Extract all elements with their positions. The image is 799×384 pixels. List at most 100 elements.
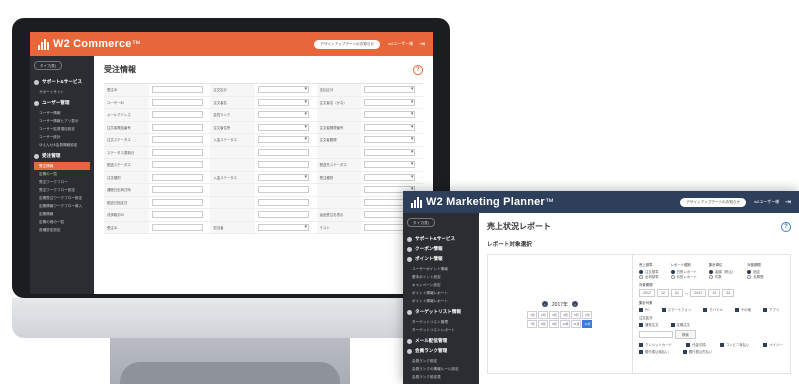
month-button[interactable]: 3月 bbox=[549, 310, 560, 319]
month-button[interactable]: 12月 bbox=[582, 319, 593, 328]
radio-icon[interactable] bbox=[670, 269, 675, 274]
month-button[interactable]: 8月 bbox=[538, 319, 549, 328]
radio-icon[interactable] bbox=[708, 274, 713, 279]
sidebar-item[interactable]: ゆえんせ&会員情報設定 bbox=[34, 141, 90, 149]
sidebar-item[interactable]: 定期の一覧 bbox=[34, 170, 90, 178]
checkbox-option[interactable]: コンビニ後払い bbox=[719, 342, 749, 347]
sidebar-section[interactable]: ユーザー管理 bbox=[34, 100, 90, 106]
sidebar-type-tag[interactable]: タイプ(表) bbox=[34, 61, 62, 70]
sidebar-item[interactable]: 定期受注ワークフロー設定 bbox=[34, 194, 90, 202]
checkbox-option[interactable]: 銀行振込先払い bbox=[682, 349, 712, 354]
field-input[interactable] bbox=[257, 161, 310, 169]
field-input[interactable] bbox=[151, 186, 203, 194]
month-button[interactable]: 2月 bbox=[538, 310, 549, 319]
sidebar-item[interactable]: ユーザー情報 bbox=[34, 109, 90, 117]
checkbox-icon[interactable] bbox=[638, 342, 643, 347]
sidebar-item[interactable]: ターゲットリストレポート bbox=[407, 326, 475, 334]
sidebar-item[interactable]: 定期の他の一覧 bbox=[34, 218, 90, 226]
field-input[interactable] bbox=[151, 223, 203, 231]
field-input[interactable] bbox=[364, 136, 416, 144]
field-input[interactable] bbox=[151, 86, 203, 94]
filter-input[interactable] bbox=[638, 331, 673, 338]
sidebar-section[interactable]: サポート&サービス bbox=[407, 236, 475, 242]
logout-icon[interactable]: ⇥ bbox=[785, 198, 791, 206]
radio-icon[interactable] bbox=[747, 269, 752, 274]
design-update-button[interactable]: デザインアップデートのお知らせ bbox=[680, 197, 747, 207]
checkbox-icon[interactable] bbox=[670, 322, 675, 327]
sidebar-item[interactable]: サポートサイト bbox=[34, 88, 90, 96]
sidebar-item[interactable]: 定期情報ワークフロー導入 bbox=[34, 202, 90, 210]
checkbox-option[interactable]: ペイジー bbox=[763, 342, 783, 347]
checkbox-option[interactable]: モバイル bbox=[703, 307, 723, 312]
checkbox-icon[interactable] bbox=[638, 322, 643, 327]
field-input[interactable] bbox=[151, 198, 203, 206]
sidebar-type-tag[interactable]: タイプ(表) bbox=[407, 218, 435, 227]
sidebar-section[interactable]: ターゲットリスト情報 bbox=[407, 309, 475, 315]
radio-option[interactable]: 月別レポート bbox=[670, 274, 697, 279]
radio-icon[interactable] bbox=[747, 274, 752, 279]
sidebar-item[interactable]: 各種設定設定 bbox=[34, 226, 90, 234]
radio-option[interactable]: 全期間 bbox=[747, 274, 763, 279]
month-button[interactable]: 9月 bbox=[549, 319, 560, 328]
field-input[interactable] bbox=[257, 148, 310, 156]
checkbox-option[interactable]: 代金引換 bbox=[686, 342, 706, 347]
sidebar-section[interactable]: ポイント情報 bbox=[407, 256, 475, 262]
checkbox-option[interactable]: アプリ bbox=[763, 307, 779, 312]
checkbox-option[interactable]: クレジットカード bbox=[638, 342, 672, 347]
field-input[interactable] bbox=[257, 86, 310, 94]
help-icon[interactable]: ? bbox=[413, 64, 423, 75]
checkbox-option[interactable]: PC bbox=[638, 307, 650, 312]
logout-icon[interactable]: ⇥ bbox=[419, 40, 425, 48]
radio-option[interactable]: 件数 bbox=[708, 274, 735, 279]
checkbox-icon[interactable] bbox=[638, 307, 643, 312]
field-input[interactable] bbox=[364, 173, 416, 181]
field-input[interactable] bbox=[151, 211, 203, 219]
field-input[interactable] bbox=[257, 98, 310, 106]
field-input[interactable] bbox=[257, 111, 310, 119]
radio-icon[interactable] bbox=[670, 274, 675, 279]
from-year-select[interactable]: 2017 bbox=[638, 289, 655, 297]
checkbox-icon[interactable] bbox=[682, 349, 687, 354]
radio-icon[interactable] bbox=[638, 274, 643, 279]
sidebar-item[interactable]: ターゲットリスト管理 bbox=[407, 318, 475, 326]
field-input[interactable] bbox=[364, 111, 416, 119]
field-input[interactable] bbox=[151, 111, 203, 119]
sidebar-item[interactable]: 会員ランク設定表 bbox=[407, 373, 475, 381]
from-day-select[interactable]: 01 bbox=[670, 289, 683, 297]
user-menu[interactable]: w2ユーザー様 bbox=[388, 41, 413, 47]
checkbox-icon[interactable] bbox=[703, 307, 708, 312]
to-day-select[interactable]: 31 bbox=[722, 289, 735, 297]
field-input[interactable] bbox=[257, 223, 310, 231]
field-input[interactable] bbox=[151, 98, 203, 106]
sidebar-item[interactable]: ユーザー拡張項目設定 bbox=[34, 125, 90, 133]
month-button[interactable]: 11月 bbox=[571, 319, 582, 328]
month-button[interactable]: 6月 bbox=[582, 310, 593, 319]
radio-icon[interactable] bbox=[638, 269, 643, 274]
checkbox-option[interactable]: 銀行振込後払い bbox=[638, 349, 669, 354]
field-input[interactable] bbox=[257, 198, 310, 206]
next-year-icon[interactable]: › bbox=[572, 301, 579, 307]
checkbox-icon[interactable] bbox=[763, 342, 768, 347]
checkbox-option[interactable]: 通常注文 bbox=[638, 322, 659, 327]
field-input[interactable] bbox=[364, 148, 416, 156]
field-input[interactable] bbox=[257, 136, 310, 144]
checkbox-icon[interactable] bbox=[719, 342, 724, 347]
month-button[interactable]: 4月 bbox=[560, 310, 571, 319]
checkbox-icon[interactable] bbox=[661, 307, 666, 312]
sidebar-item[interactable]: ユーザー統計 bbox=[34, 133, 90, 141]
field-input[interactable] bbox=[364, 86, 416, 94]
field-input[interactable] bbox=[151, 173, 203, 181]
radio-icon[interactable] bbox=[708, 269, 713, 274]
sidebar-item[interactable]: 基本ポイント設定 bbox=[407, 273, 475, 281]
to-year-select[interactable]: 2017 bbox=[690, 289, 707, 297]
user-menu[interactable]: w2ユーザー様 bbox=[754, 199, 779, 205]
sidebar-item[interactable]: 受注情報 bbox=[34, 162, 90, 170]
field-input[interactable] bbox=[364, 161, 416, 169]
sidebar-item[interactable]: ポイント情報レポート bbox=[407, 289, 475, 297]
field-input[interactable] bbox=[257, 211, 310, 219]
sidebar-section[interactable]: クーポン情報 bbox=[407, 246, 475, 252]
sidebar-section[interactable]: サポート&サービス bbox=[34, 79, 90, 85]
field-input[interactable] bbox=[257, 173, 310, 181]
checkbox-option[interactable]: 定期注文 bbox=[670, 322, 690, 327]
sidebar-item[interactable]: ユーザー情報ヒアリ表示 bbox=[34, 117, 90, 125]
